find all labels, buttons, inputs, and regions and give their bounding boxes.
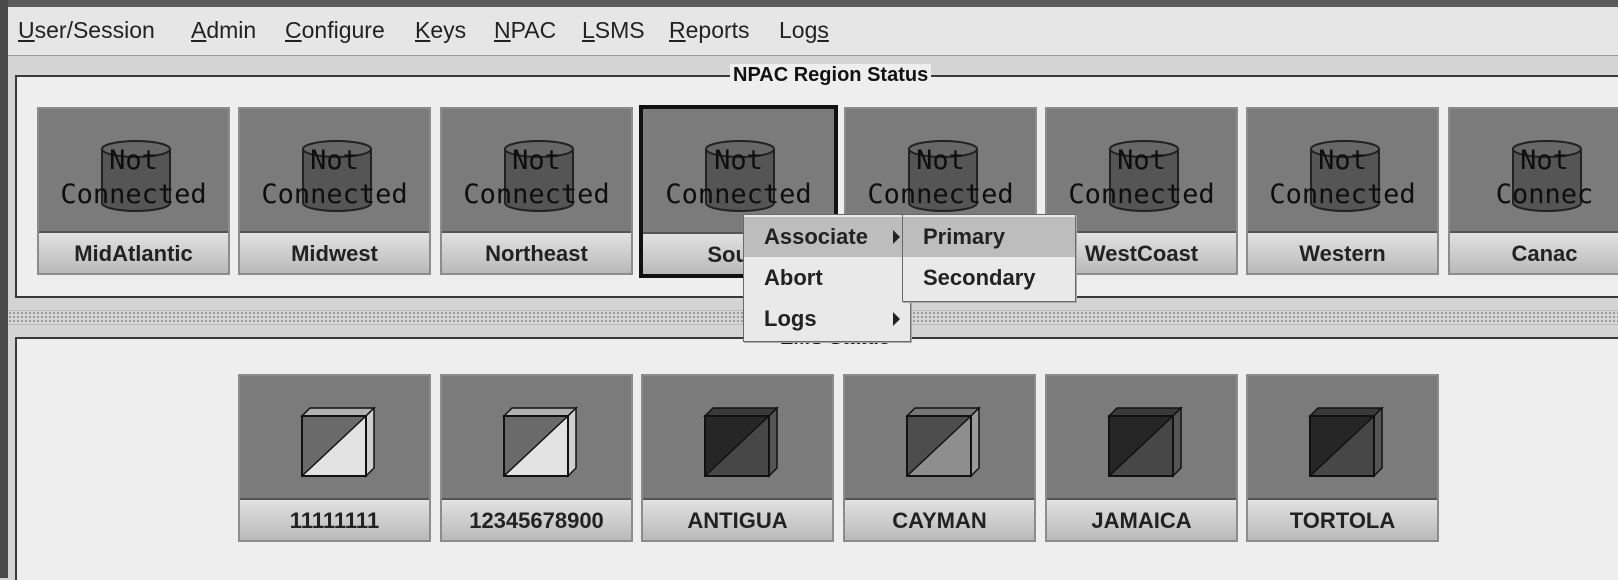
connection-status-text: Not Connected xyxy=(60,145,207,210)
region-status-area: Not Connected xyxy=(39,109,228,233)
menu-reports[interactable]: Reports xyxy=(669,16,750,44)
region-name: Midwest xyxy=(240,233,429,273)
server-cube-icon xyxy=(703,406,779,478)
region-tile[interactable]: Not Connec Canac xyxy=(1448,107,1618,275)
region-tile[interactable]: Not Connected Midwest xyxy=(238,107,431,275)
ems-name: CAYMAN xyxy=(845,500,1034,540)
region-status-area: Not Connected xyxy=(1248,109,1437,233)
menu-lsms[interactable]: LSMS xyxy=(582,16,645,44)
ems-name: TORTOLA xyxy=(1248,500,1437,540)
region-name: Northeast xyxy=(442,233,631,273)
menu-configure[interactable]: Configure xyxy=(285,16,385,44)
ems-status-area xyxy=(1047,376,1236,500)
connection-status-text: Not Connected xyxy=(463,145,610,210)
server-cube-icon xyxy=(905,406,981,478)
connection-status-text: Not Connected xyxy=(1269,145,1416,210)
associate-submenu: Primary Secondary xyxy=(902,214,1076,302)
ems-tile[interactable]: ANTIGUA xyxy=(641,374,834,542)
ems-name: ANTIGUA xyxy=(643,500,832,540)
region-name: MidAtlantic xyxy=(39,233,228,273)
connection-status-text: Not Connec xyxy=(1495,145,1594,210)
region-status-area: Not Connec xyxy=(1450,109,1618,233)
menu-keys[interactable]: Keys xyxy=(415,16,466,44)
connection-status-text: Not Connected xyxy=(665,145,812,210)
server-cube-icon xyxy=(1107,406,1183,478)
ems-tile[interactable]: TORTOLA xyxy=(1246,374,1439,542)
region-tile[interactable]: Not Connected Western xyxy=(1246,107,1439,275)
submenu-arrow-icon xyxy=(893,312,900,326)
menu-logs[interactable]: Logs xyxy=(779,16,829,44)
region-tile[interactable]: Not Connected MidAtlantic xyxy=(37,107,230,275)
ems-status-area xyxy=(240,376,429,500)
submenu-arrow-icon xyxy=(893,230,900,244)
ems-name: JAMAICA xyxy=(1047,500,1236,540)
window-left-border xyxy=(0,0,8,578)
server-cube-icon xyxy=(300,406,376,478)
server-cube-icon xyxy=(502,406,578,478)
connection-status-text: Not Connected xyxy=(1068,145,1215,210)
server-cube-icon xyxy=(1308,406,1384,478)
context-menu-associate[interactable]: Associate xyxy=(744,217,910,257)
menu-user-session[interactable]: User/Session xyxy=(18,16,155,44)
ems-name: 12345678900 xyxy=(442,500,631,540)
region-status-area: Not Connected xyxy=(442,109,631,233)
region-tile[interactable]: Not Connected Northeast xyxy=(440,107,633,275)
region-name: Canac xyxy=(1450,233,1618,273)
submenu-primary[interactable]: Primary xyxy=(903,217,1075,257)
menu-npac[interactable]: NPAC xyxy=(494,16,556,44)
region-status-area: Not Connected xyxy=(240,109,429,233)
context-menu-logs[interactable]: Logs xyxy=(744,299,910,339)
region-context-menu: Associate Abort Logs xyxy=(743,214,911,342)
ems-status-area xyxy=(643,376,832,500)
menu-bar: User/Session Admin Configure Keys NPAC L… xyxy=(8,7,1618,56)
ems-tile[interactable]: 12345678900 xyxy=(440,374,633,542)
ems-name: 11111111 xyxy=(240,500,429,540)
ems-status-area xyxy=(845,376,1034,500)
npac-panel-title: NPAC Region Status xyxy=(730,64,932,86)
ems-tile[interactable]: CAYMAN xyxy=(843,374,1036,542)
ems-tile[interactable]: JAMAICA xyxy=(1045,374,1238,542)
submenu-secondary[interactable]: Secondary xyxy=(903,258,1075,298)
menu-admin[interactable]: Admin xyxy=(191,16,256,44)
ems-tile[interactable]: 11111111 xyxy=(238,374,431,542)
ems-status-area xyxy=(442,376,631,500)
connection-status-text: Not Connected xyxy=(261,145,408,210)
connection-status-text: Not Connected xyxy=(867,145,1014,210)
window-top-border xyxy=(0,0,1618,7)
region-name: Western xyxy=(1248,233,1437,273)
ems-status-area xyxy=(1248,376,1437,500)
context-menu-abort[interactable]: Abort xyxy=(744,258,910,298)
